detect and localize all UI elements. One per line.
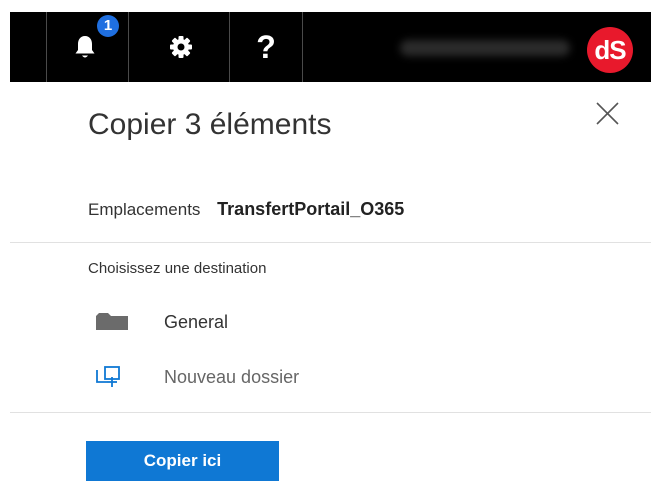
new-folder-icon [95, 365, 131, 389]
new-folder-label: Nouveau dossier [164, 366, 300, 387]
close-icon [596, 102, 619, 125]
divider [10, 412, 651, 413]
avatar[interactable]: dS [587, 27, 633, 73]
new-folder-button[interactable]: Nouveau dossier [95, 362, 299, 392]
settings-button[interactable] [150, 12, 212, 82]
help-button[interactable]: ? [235, 12, 297, 82]
destination-general[interactable]: General [95, 307, 228, 337]
close-button[interactable] [594, 100, 624, 130]
help-icon: ? [256, 29, 276, 65]
destination-label: Choisissez une destination [88, 260, 267, 277]
gear-icon [170, 36, 192, 58]
location-value: TransfertPortail_O365 [217, 199, 405, 219]
blurred-username [400, 40, 570, 56]
notification-count-badge: 1 [97, 15, 119, 37]
divider [10, 242, 651, 243]
topbar-separator [128, 12, 129, 82]
folder-icon [95, 310, 131, 334]
copy-here-button[interactable]: Copier ici [86, 441, 279, 481]
panel-title: Copier 3 éléments [88, 108, 332, 141]
topbar-separator [46, 12, 47, 82]
bell-icon [75, 36, 95, 58]
topbar-separator [302, 12, 303, 82]
location-label: Emplacements [88, 200, 201, 219]
topbar-separator [229, 12, 230, 82]
location-row: Emplacements TransfertPortail_O365 [88, 199, 404, 220]
destination-general-label: General [164, 311, 229, 332]
